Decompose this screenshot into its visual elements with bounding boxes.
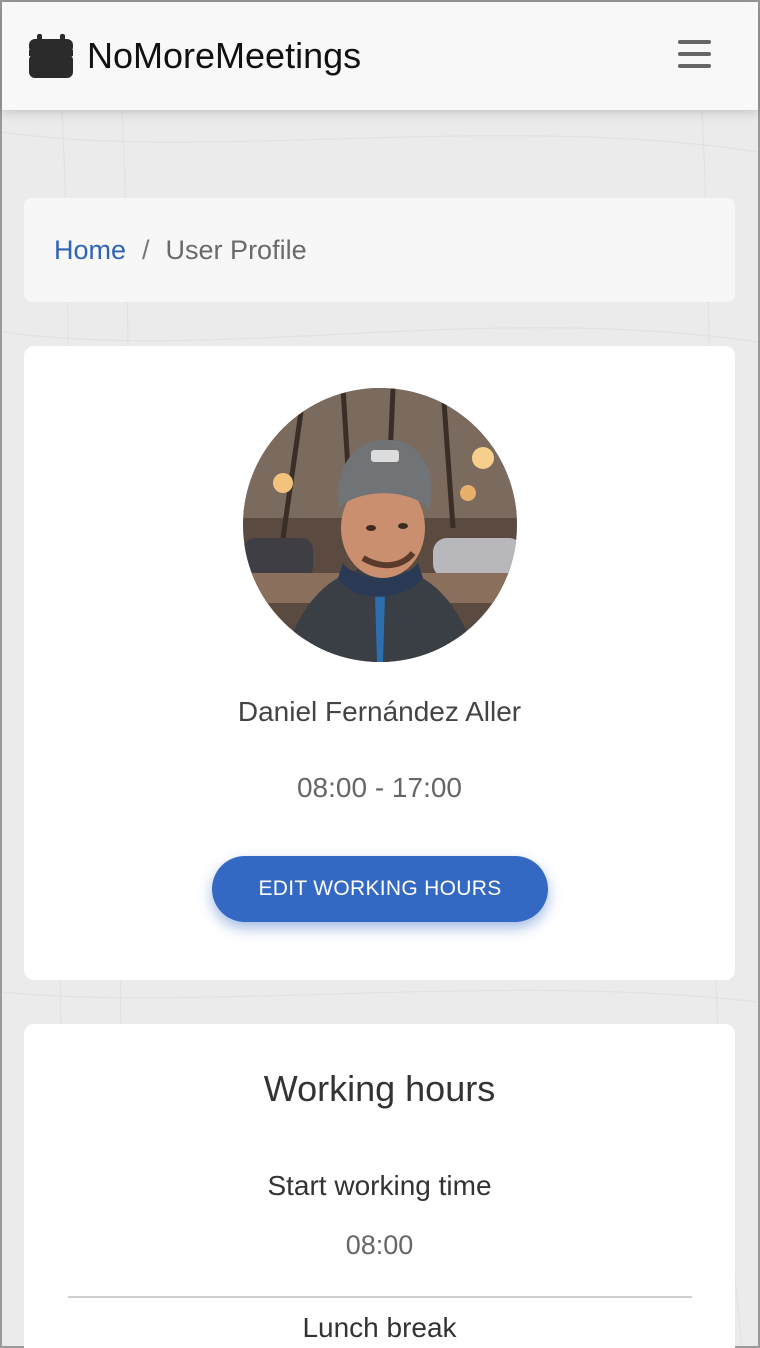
working-hours-card: Working hours Start working time 08:00 L… [24,1024,735,1348]
avatar-photo [243,388,517,662]
breadcrumb-home-link[interactable]: Home [54,235,126,266]
start-working-time-label: Start working time [267,1170,492,1201]
breadcrumb-current: User Profile [165,234,307,265]
edit-working-hours-button[interactable]: EDIT WORKING HOURS [212,856,548,922]
hamburger-menu-icon[interactable] [678,40,714,72]
user-name: Daniel Fernández Aller [237,696,522,727]
divider [68,1296,692,1298]
breadcrumb: Home / User Profile [24,198,735,302]
working-hours-title: Working hours [263,1068,496,1109]
breadcrumb-separator: / [142,234,150,265]
lunch-break-label: Lunch break [302,1312,457,1343]
calendar-icon [29,34,73,78]
avatar [243,388,517,662]
brand-link[interactable]: NoMoreMeetings [27,32,361,80]
user-working-hours: 08:00 - 17:00 [296,772,463,803]
top-navbar: NoMoreMeetings [2,2,758,110]
start-working-time-value: 08:00 [345,1230,414,1260]
brand-name: NoMoreMeetings [87,35,362,76]
profile-card: Daniel Fernández Aller 08:00 - 17:00 EDI… [24,346,735,980]
